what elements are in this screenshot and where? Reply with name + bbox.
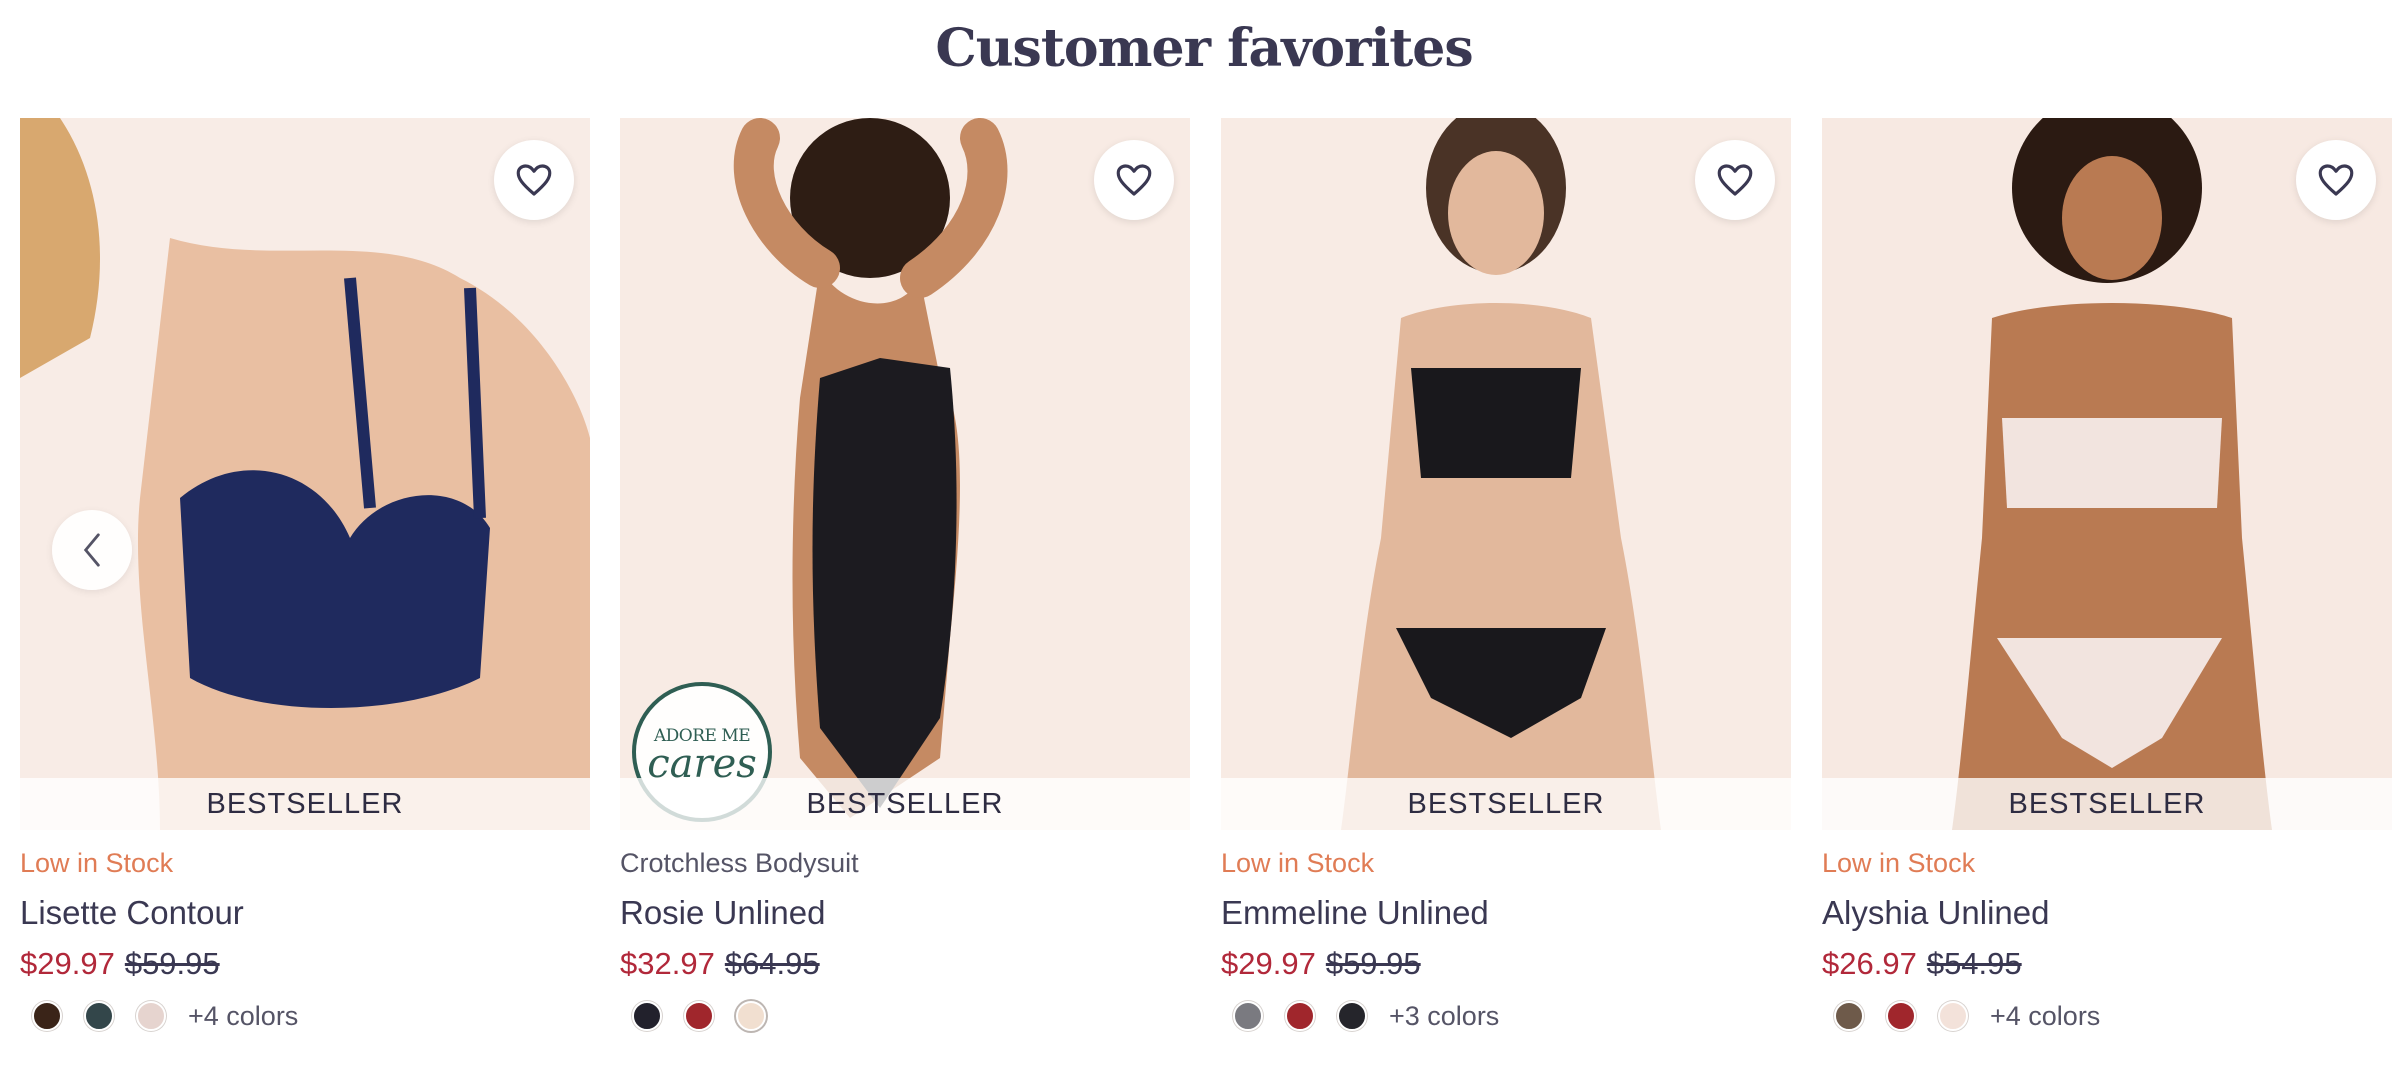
cares-logo-line2: cares xyxy=(647,741,757,787)
original-price: $59.95 xyxy=(1325,946,1421,981)
heart-icon xyxy=(1116,164,1152,196)
original-price: $54.95 xyxy=(1926,946,2022,981)
product-subtitle: Crotchless Bodysuit xyxy=(620,848,859,878)
favorite-button[interactable] xyxy=(1094,140,1174,220)
color-swatch[interactable] xyxy=(136,1001,166,1031)
product-photo xyxy=(1822,118,2392,830)
color-swatches xyxy=(620,996,776,1036)
more-colors-link[interactable]: +3 colors xyxy=(1389,1001,1499,1032)
sale-price: $29.97 xyxy=(20,946,115,981)
bestseller-badge: BESTSELLER xyxy=(620,778,1190,830)
chevron-left-icon xyxy=(83,533,100,567)
color-swatch[interactable] xyxy=(1233,1001,1263,1031)
stock-status: Low in Stock xyxy=(1221,848,1375,878)
sale-price: $32.97 xyxy=(620,946,715,981)
price: $26.97 $54.95 xyxy=(1822,946,2022,982)
sale-price: $29.97 xyxy=(1221,946,1316,981)
product-card[interactable]: BESTSELLER Low in Stock Lisette Contour … xyxy=(20,118,590,1038)
product-image[interactable]: BESTSELLER xyxy=(1822,118,2392,830)
color-swatches: +3 colors xyxy=(1221,996,1499,1036)
product-grid: BESTSELLER Low in Stock Lisette Contour … xyxy=(20,118,2392,1058)
more-colors-link[interactable]: +4 colors xyxy=(1990,1001,2100,1032)
carousel-prev-button[interactable] xyxy=(52,510,132,590)
heart-icon xyxy=(516,164,552,196)
color-swatch[interactable] xyxy=(684,1001,714,1031)
color-swatch[interactable] xyxy=(1337,1001,1367,1031)
section-title: Customer favorites xyxy=(935,18,1473,79)
color-swatch[interactable] xyxy=(1886,1001,1916,1031)
product-image[interactable]: BESTSELLER xyxy=(1221,118,1791,830)
favorite-button[interactable] xyxy=(1695,140,1775,220)
color-swatch[interactable] xyxy=(84,1001,114,1031)
heart-icon xyxy=(2318,164,2354,196)
color-swatch[interactable] xyxy=(1834,1001,1864,1031)
original-price: $59.95 xyxy=(124,946,220,981)
price: $32.97 $64.95 xyxy=(620,946,820,982)
bestseller-badge: BESTSELLER xyxy=(20,778,590,830)
color-swatch-selected[interactable] xyxy=(736,1001,766,1031)
more-colors-link[interactable]: +4 colors xyxy=(188,1001,298,1032)
bestseller-badge: BESTSELLER xyxy=(1221,778,1791,830)
sale-price: $26.97 xyxy=(1822,946,1917,981)
product-name[interactable]: Emmeline Unlined xyxy=(1221,894,1489,932)
product-card[interactable]: BESTSELLER Low in Stock Alyshia Unlined … xyxy=(1822,118,2392,1038)
original-price: $64.95 xyxy=(724,946,820,981)
favorite-button[interactable] xyxy=(2296,140,2376,220)
color-swatch[interactable] xyxy=(1938,1001,1968,1031)
price: $29.97 $59.95 xyxy=(1221,946,1421,982)
product-card[interactable]: ADORE ME cares BESTSELLER Crotchless Bod… xyxy=(620,118,1190,1038)
price: $29.97 $59.95 xyxy=(20,946,220,982)
product-name[interactable]: Lisette Contour xyxy=(20,894,244,932)
heart-icon xyxy=(1717,164,1753,196)
color-swatch[interactable] xyxy=(1285,1001,1315,1031)
product-photo xyxy=(20,118,590,830)
product-name[interactable]: Alyshia Unlined xyxy=(1822,894,2049,932)
color-swatch[interactable] xyxy=(32,1001,62,1031)
color-swatch[interactable] xyxy=(632,1001,662,1031)
product-card[interactable]: BESTSELLER Low in Stock Emmeline Unlined… xyxy=(1221,118,1791,1038)
stock-status: Low in Stock xyxy=(1822,848,1976,878)
color-swatches: +4 colors xyxy=(20,996,298,1036)
color-swatches: +4 colors xyxy=(1822,996,2100,1036)
stock-status: Low in Stock xyxy=(20,848,174,878)
product-photo xyxy=(1221,118,1791,830)
product-image[interactable]: BESTSELLER xyxy=(20,118,590,830)
product-image[interactable]: ADORE ME cares BESTSELLER xyxy=(620,118,1190,830)
favorite-button[interactable] xyxy=(494,140,574,220)
product-name[interactable]: Rosie Unlined xyxy=(620,894,825,932)
bestseller-badge: BESTSELLER xyxy=(1822,778,2392,830)
